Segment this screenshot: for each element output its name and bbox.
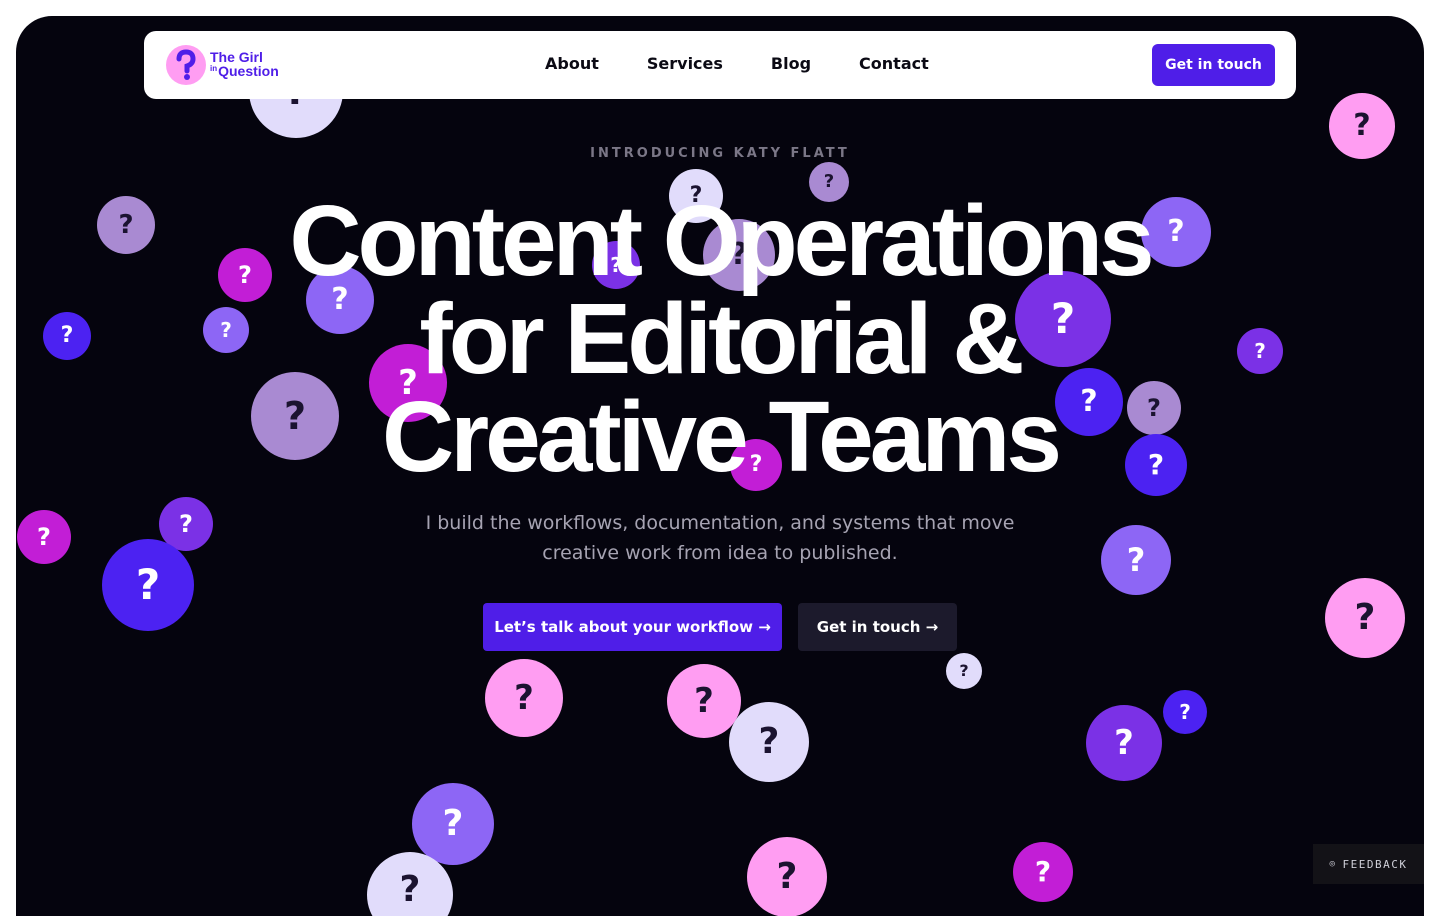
question-bubble-icon: ? (485, 659, 563, 737)
hero-headline: Content Operations for Editorial & Creat… (16, 185, 1424, 493)
brand-line-1: The Girl (210, 49, 263, 65)
nav-link-contact[interactable]: Contact (859, 54, 929, 73)
brand-in-word: in (210, 64, 218, 73)
subtext-line-2: creative work from idea to published. (542, 542, 898, 564)
subtext-line-1: I build the workflows, documentation, an… (425, 512, 1015, 534)
hero-subtext: I build the workflows, documentation, an… (420, 508, 1020, 568)
feedback-button[interactable]: ◎ FEEDBACK (1313, 844, 1424, 884)
hero-eyebrow: INTRODUCING KATY FLATT (590, 146, 850, 161)
feedback-label: FEEDBACK (1342, 857, 1408, 871)
nav-link-services[interactable]: Services (647, 54, 723, 73)
brand-name: The Girl inQuestion (210, 50, 279, 78)
question-bubble-icon: ? (667, 664, 741, 738)
nav-links: About Services Blog Contact (545, 54, 929, 73)
headline-line-1: Content Operations (289, 185, 1154, 297)
brand-line-2: inQuestion (210, 64, 279, 78)
question-bubble-icon: ? (946, 653, 982, 689)
hero-get-in-touch-button[interactable]: Get in touch → (798, 603, 957, 651)
question-bubble-icon: ? (1325, 578, 1405, 658)
nav-link-about[interactable]: About (545, 54, 599, 73)
question-bubble-icon: ? (747, 837, 827, 916)
nav-get-in-touch-button[interactable]: Get in touch (1152, 44, 1275, 86)
headline-line-2: for Editorial & (419, 283, 1024, 395)
talk-workflow-button[interactable]: Let’s talk about your workflow → (483, 603, 782, 651)
question-bubble-icon: ? (1013, 842, 1073, 902)
question-bubble-icon: ? (1101, 525, 1171, 595)
headline-line-3: Creative Teams (382, 381, 1062, 493)
question-bubble-icon: ? (412, 783, 494, 865)
circle-dot-icon: ◎ (1329, 859, 1337, 869)
question-mark-logo-icon (166, 45, 206, 85)
question-bubble-icon: ? (17, 510, 71, 564)
question-bubble-icon: ? (1086, 705, 1162, 781)
question-bubble-icon: ? (102, 539, 194, 631)
page-frame: ? ? ? ? ? ? ? ? ? ? ? ? ? ? ? ? ? ? ? ? … (16, 16, 1424, 916)
nav-link-blog[interactable]: Blog (771, 54, 811, 73)
brand-question-word: Question (218, 63, 279, 79)
question-bubble-icon: ? (729, 702, 809, 782)
top-nav: The Girl inQuestion About Services Blog … (144, 31, 1296, 99)
question-bubble-icon: ? (1163, 690, 1207, 734)
hero-cta-row: Let’s talk about your workflow → Get in … (483, 603, 957, 651)
